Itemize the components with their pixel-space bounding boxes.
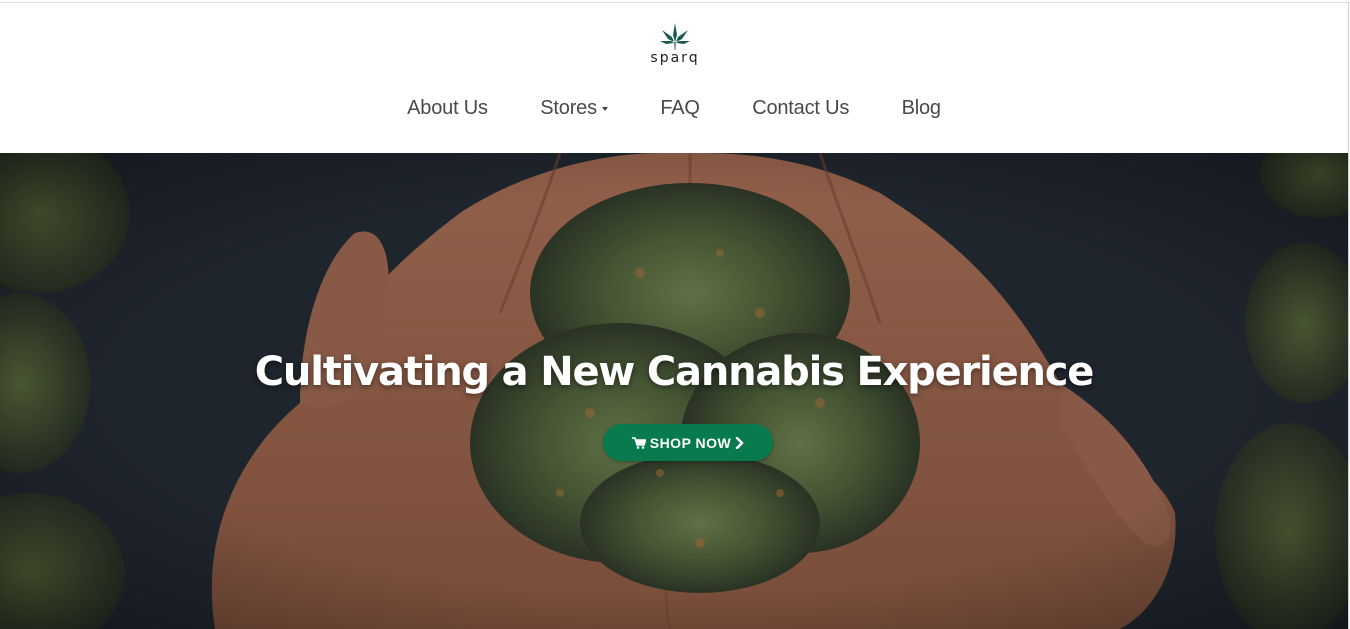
shop-now-label: SHOP NOW: [649, 434, 732, 451]
nav-blog[interactable]: Blog: [902, 97, 941, 119]
nav-faq[interactable]: FAQ: [660, 97, 700, 119]
logo-link[interactable]: sparq: [644, 23, 706, 71]
chevron-right-icon: [735, 436, 744, 449]
brand-name: sparq: [650, 50, 700, 66]
shop-now-button[interactable]: SHOP NOW: [603, 424, 773, 461]
nav-stores-label: Stores: [540, 97, 597, 119]
site-header: sparq About Us Stores FAQ Contact Us Blo…: [0, 3, 1348, 153]
nav-contact-us[interactable]: Contact Us: [752, 97, 849, 119]
right-scroll-edge: [1348, 2, 1349, 629]
nav-stores[interactable]: Stores: [540, 97, 608, 119]
main-nav: About Us Stores FAQ Contact Us Blog: [0, 97, 1348, 120]
shopping-cart-icon: [631, 436, 646, 449]
hero-banner: Cultivating a New Cannabis Experience SH…: [0, 153, 1348, 629]
hero-title: Cultivating a New Cannabis Experience: [254, 349, 1095, 395]
nav-about-us[interactable]: About Us: [407, 97, 488, 119]
cannabis-leaf-icon: [660, 23, 690, 50]
caret-down-icon: [601, 106, 608, 111]
